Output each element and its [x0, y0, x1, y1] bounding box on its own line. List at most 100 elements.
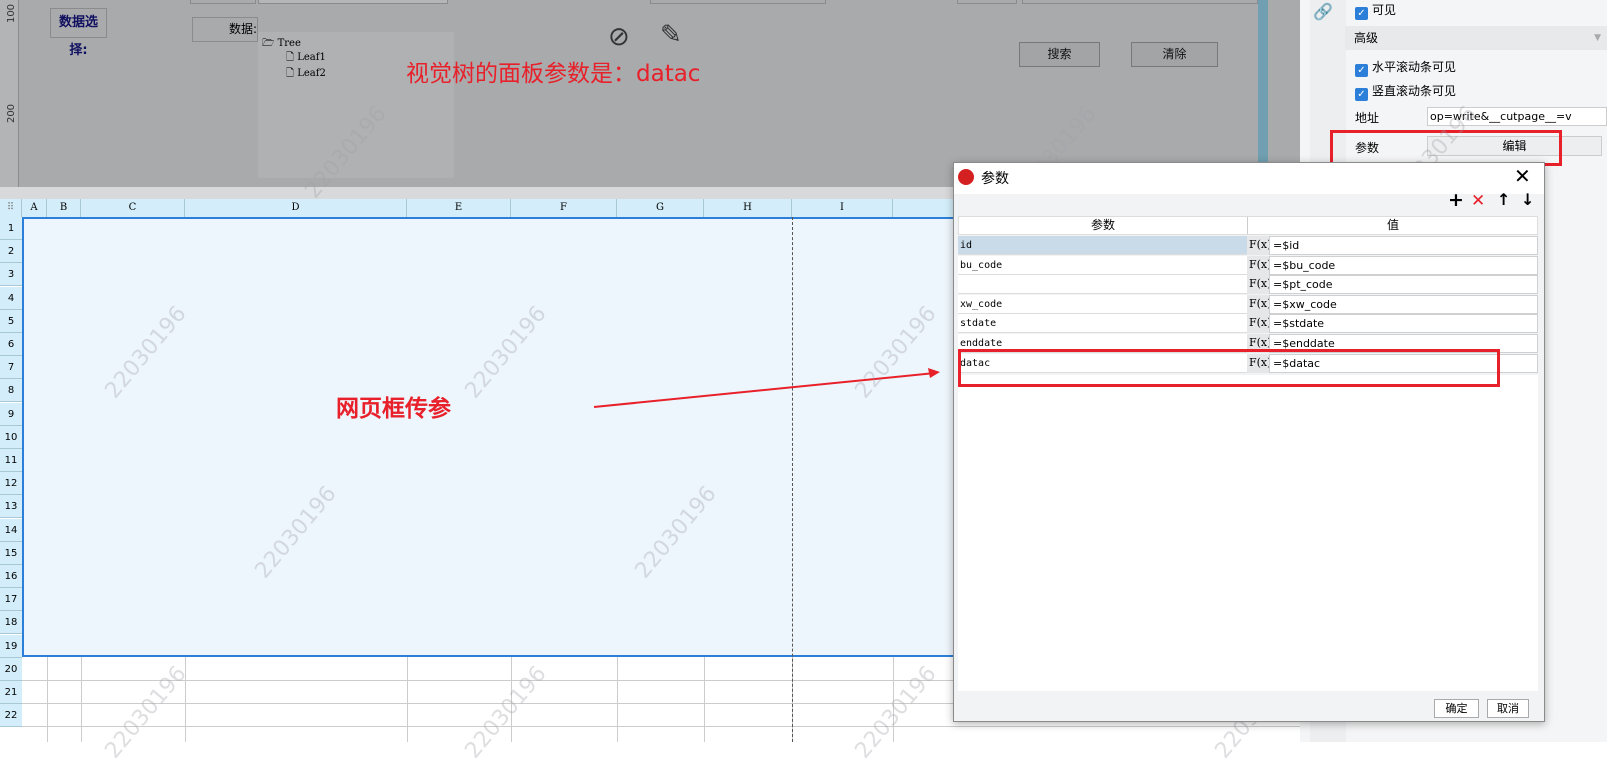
param-name[interactable]: stdate	[958, 314, 1247, 334]
data-select-label: 数据选择:	[50, 8, 107, 58]
v-scroll-checkbox[interactable]: ✓ 竖直滚动条可见	[1355, 82, 1456, 101]
row-header[interactable]: 3	[0, 263, 22, 287]
param-value-input[interactable]: =$xw_code	[1269, 294, 1538, 314]
check-icon: ✓	[1355, 64, 1368, 77]
param-value-input[interactable]: =$pt_code	[1269, 275, 1538, 295]
column-header[interactable]: H	[704, 199, 792, 217]
add-icon[interactable]: +	[1448, 189, 1464, 211]
row-header[interactable]: 5	[0, 309, 22, 333]
ok-button[interactable]: 确定	[1434, 699, 1479, 718]
highlight-box	[958, 349, 1500, 387]
row-header[interactable]: 16	[0, 565, 22, 588]
app-logo-icon	[958, 169, 974, 185]
select-all-icon[interactable]: ⠿	[0, 199, 22, 217]
pencil-icon[interactable]: ✎	[660, 20, 682, 50]
row-header[interactable]: 9	[0, 402, 22, 426]
tree-leaf[interactable]: 🗋 Leaf1	[286, 50, 326, 67]
row-header[interactable]: 4	[0, 286, 22, 310]
advanced-section[interactable]: 高级 ▼	[1345, 26, 1607, 50]
delete-icon[interactable]: ✕	[1471, 191, 1485, 211]
param-name[interactable]: id	[958, 236, 1247, 255]
row-header[interactable]: 10	[0, 425, 22, 449]
row-header[interactable]: 15	[0, 541, 22, 565]
h-scroll-label: 水平滚动条可见	[1372, 60, 1457, 74]
visible-checkbox[interactable]: ✓ 可见	[1355, 1, 1396, 20]
row-header[interactable]: 22	[0, 704, 22, 728]
row-header[interactable]: 19	[0, 634, 22, 658]
close-icon[interactable]: ✕	[1514, 164, 1531, 188]
tree-leaf[interactable]: 🗋 Leaf2	[286, 66, 326, 83]
highlight-box	[1330, 130, 1562, 166]
move-up-icon[interactable]: ↑	[1497, 190, 1510, 209]
row-header[interactable]: 8	[0, 379, 22, 403]
field-input[interactable]	[650, 0, 826, 4]
col-header-param: 参数	[959, 217, 1248, 234]
param-row[interactable]: stdate F(x) =$stdate	[958, 314, 1538, 334]
formula-button[interactable]: F(x)	[1247, 275, 1271, 295]
table-header: 参数 值	[958, 216, 1538, 235]
param-row[interactable]: xw_code F(x) =$xw_code	[958, 294, 1538, 315]
column-header[interactable]: C	[81, 199, 185, 217]
check-icon: ✓	[1355, 7, 1368, 20]
param-name[interactable]: xw_code	[958, 294, 1247, 314]
column-header[interactable]: D	[185, 199, 407, 217]
check-icon: ✓	[1355, 88, 1368, 101]
param-name[interactable]: bu_code	[958, 255, 1247, 275]
row-header[interactable]: 13	[0, 495, 22, 519]
vertical-ruler: 100 200	[0, 0, 19, 187]
search-button[interactable]: 搜索	[1019, 42, 1100, 67]
col-header-value: 值	[1386, 218, 1399, 232]
grid-line	[47, 657, 48, 742]
grid-line	[22, 726, 1300, 728]
row-header[interactable]: 14	[0, 518, 22, 542]
eye-off-icon[interactable]: ⊘	[608, 22, 630, 52]
column-header[interactable]: G	[617, 199, 704, 217]
field-box[interactable]	[957, 0, 1017, 4]
column-header[interactable]: I	[792, 199, 893, 217]
row-header[interactable]: 12	[0, 472, 22, 496]
annotation-top: 视觉树的面板参数是：datac	[406, 61, 701, 87]
row-header[interactable]: 17	[0, 588, 22, 612]
column-header[interactable]: F	[511, 199, 617, 217]
address-input[interactable]: op=write&__cutpage__=v	[1427, 107, 1607, 126]
column-header[interactable]: B	[47, 199, 81, 217]
h-scroll-checkbox[interactable]: ✓ 水平滚动条可见	[1355, 58, 1456, 77]
formula-button[interactable]: F(x)	[1247, 236, 1271, 255]
row-header[interactable]: 18	[0, 611, 22, 635]
grid-line	[704, 657, 705, 742]
address-label: 地址	[1355, 111, 1380, 125]
param-value-input[interactable]: =$stdate	[1269, 314, 1538, 334]
formula-button[interactable]: F(x)	[1247, 314, 1271, 334]
param-row[interactable]: bu_code F(x) =$bu_code	[958, 255, 1538, 276]
formula-button[interactable]: F(x)	[1247, 294, 1271, 314]
table-empty-area	[958, 375, 1538, 691]
grid-line	[81, 657, 82, 742]
clear-button[interactable]: 清除	[1131, 42, 1218, 67]
field-input[interactable]	[258, 0, 448, 4]
row-header[interactable]: 1	[0, 217, 22, 240]
param-row[interactable]: id F(x) =$id	[958, 236, 1538, 256]
row-header[interactable]: 6	[0, 333, 22, 356]
ruler-label: 200	[6, 103, 18, 124]
row-header[interactable]: 20	[0, 657, 22, 681]
row-header[interactable]: 21	[0, 681, 22, 704]
row-header[interactable]: 2	[0, 240, 22, 264]
field-input[interactable]	[1022, 0, 1258, 4]
field-box[interactable]	[190, 0, 256, 4]
column-header[interactable]: A	[22, 199, 47, 217]
param-name[interactable]	[958, 275, 1247, 295]
move-down-icon[interactable]: ↓	[1521, 190, 1534, 209]
visible-label: 可见	[1372, 3, 1397, 17]
param-value-input[interactable]: =$bu_code	[1269, 255, 1538, 275]
param-row[interactable]: F(x) =$pt_code	[958, 275, 1538, 295]
link-icon[interactable]: 🔗	[1313, 2, 1333, 21]
formula-button[interactable]: F(x)	[1247, 255, 1271, 275]
param-value-input[interactable]: =$id	[1269, 236, 1538, 255]
annotation-middle: 网页框传参	[336, 396, 451, 422]
cancel-button[interactable]: 取消	[1487, 699, 1529, 718]
row-header[interactable]: 7	[0, 356, 22, 380]
grid-line	[185, 657, 186, 742]
grid-line	[407, 657, 408, 742]
row-header[interactable]: 11	[0, 449, 22, 472]
column-header[interactable]: E	[407, 199, 511, 217]
